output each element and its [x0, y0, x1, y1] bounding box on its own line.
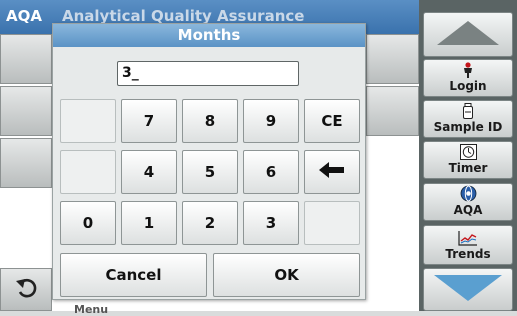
key-0[interactable]: 0	[60, 201, 116, 245]
sample-bottle-icon	[462, 102, 474, 119]
bg-list-button-5[interactable]	[366, 86, 419, 136]
months-dialog: Months 3_ 7 8 9 CE 4 5 6 0 1 2 3 Cancel …	[52, 23, 366, 300]
back-arrow-icon	[14, 276, 38, 304]
key-8[interactable]: 8	[182, 99, 238, 143]
trends-label: Trends	[445, 247, 491, 261]
sample-id-label: Sample ID	[433, 120, 503, 134]
key-1[interactable]: 1	[121, 201, 177, 245]
back-button[interactable]	[0, 268, 52, 311]
key-6[interactable]: 6	[243, 150, 299, 194]
key-7[interactable]: 7	[121, 99, 177, 143]
bg-list-button-1[interactable]	[0, 34, 52, 84]
key-5[interactable]: 5	[182, 150, 238, 194]
timer-button[interactable]: Timer	[423, 141, 513, 179]
scroll-up-button[interactable]	[423, 12, 513, 57]
aqa-globe-icon	[460, 185, 477, 202]
cancel-button[interactable]: Cancel	[60, 253, 207, 297]
sample-id-button[interactable]: Sample ID	[423, 100, 513, 138]
bg-list-button-2[interactable]	[0, 86, 52, 136]
trend-chart-icon	[458, 229, 478, 246]
blank-key	[304, 201, 360, 245]
dialog-title: Months	[53, 24, 365, 47]
login-label: Login	[449, 79, 487, 93]
key-2[interactable]: 2	[182, 201, 238, 245]
months-input[interactable]: 3_	[117, 61, 299, 86]
login-button[interactable]: Login	[423, 59, 513, 97]
aqa-label: AQA	[453, 203, 483, 217]
blank-key	[60, 150, 116, 194]
key-4[interactable]: 4	[121, 150, 177, 194]
bg-list-button-4[interactable]	[366, 34, 419, 84]
person-icon	[462, 61, 474, 78]
triangle-down-icon	[432, 273, 504, 307]
timer-icon	[459, 143, 477, 160]
trends-button[interactable]: Trends	[423, 225, 513, 265]
timer-label: Timer	[448, 161, 488, 175]
app-title-abbr: AQA	[6, 7, 42, 25]
scroll-down-button[interactable]	[423, 268, 513, 311]
blank-key	[60, 99, 116, 143]
triangle-up-icon	[435, 19, 501, 51]
menu-label: Menu	[74, 303, 109, 316]
bg-list-button-3[interactable]	[0, 138, 52, 188]
key-3[interactable]: 3	[243, 201, 299, 245]
key-9[interactable]: 9	[243, 99, 299, 143]
clear-entry-key[interactable]: CE	[304, 99, 360, 143]
arrow-left-icon	[319, 162, 345, 182]
ok-button[interactable]: OK	[213, 253, 360, 297]
aqa-button[interactable]: AQA	[423, 183, 513, 221]
right-sidebar: Login Sample ID Timer AQA Trends	[419, 0, 517, 311]
backspace-key[interactable]	[304, 150, 360, 194]
